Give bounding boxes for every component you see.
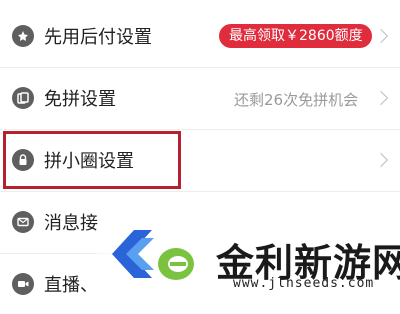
highlight-box — [3, 131, 181, 189]
settings-item-label: 直播、 — [44, 275, 98, 296]
settings-item-free-group[interactable]: 免拼设置 还剩26次免拼机会 — [0, 68, 400, 128]
free-group-icon — [12, 87, 34, 109]
chevron-right-icon — [373, 90, 389, 106]
chevron-right-icon — [373, 28, 389, 44]
message-icon — [12, 211, 34, 233]
settings-item-label: 消息接 — [44, 213, 98, 234]
credit-limit-badge: 最高领取￥2860额度 — [219, 24, 372, 48]
chevron-right-icon — [373, 152, 389, 168]
settings-item-pay-later[interactable]: 先用后付设置 最高领取￥2860额度 — [0, 6, 400, 66]
watermark-logo — [112, 230, 194, 280]
settings-item-label: 先用后付设置 — [44, 27, 152, 48]
free-group-remaining: 还剩26次免拼机会 — [234, 91, 359, 109]
pay-later-icon — [12, 25, 34, 47]
watermark-url: www.jlnseeds.com — [233, 276, 375, 291]
settings-item-label: 免拼设置 — [44, 89, 116, 110]
live-icon — [12, 273, 34, 295]
